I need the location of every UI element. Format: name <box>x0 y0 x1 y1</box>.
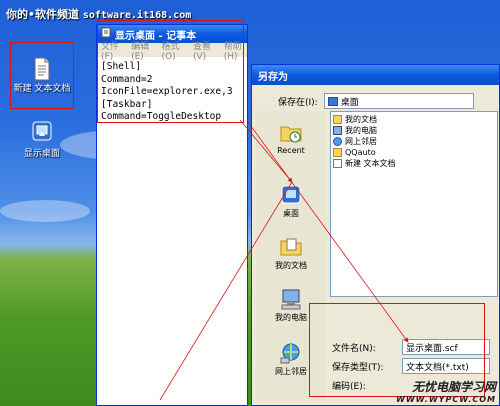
network-places-icon <box>278 341 304 365</box>
save-in-label: 保存在(I): <box>278 97 318 108</box>
text-line: IconFile=explorer.exe,3 <box>101 86 233 97</box>
network-icon <box>333 137 342 146</box>
notepad-text-area[interactable]: [Shell] Command=2 IconFile=explorer.exe,3[… <box>97 57 247 128</box>
text-file-icon <box>30 56 54 82</box>
menu-help[interactable]: 帮助(H) <box>224 39 247 62</box>
filetype-label: 保存类型(T): <box>332 362 384 373</box>
computer-icon <box>333 126 342 135</box>
list-item[interactable]: 我的文档 <box>331 114 497 125</box>
desktop-icon-new-text-document[interactable]: 新建 文本文档 <box>12 56 72 95</box>
place-network[interactable]: 网上邻居 <box>256 341 326 377</box>
text-line: [Taskbar] <box>101 98 153 110</box>
text-file-icon <box>333 159 342 168</box>
menu-file[interactable]: 文件(F) <box>101 39 123 62</box>
save-as-dialog: 另存为 保存在(I): 桌面 Recent 桌面 我的文档 我的电脑 网上邻居 … <box>251 64 500 406</box>
save-as-titlebar[interactable]: 另存为 <box>252 65 499 85</box>
save-as-title: 另存为 <box>258 71 288 83</box>
filetype-dropdown[interactable]: 文本文档(*.txt) <box>402 358 490 374</box>
menu-view[interactable]: 查看(V) <box>193 39 216 62</box>
show-desktop-icon <box>30 118 54 144</box>
list-item[interactable]: 我的电脑 <box>331 125 497 136</box>
text-line: Command=ToggleDesktop <box>101 111 222 122</box>
watermark-top: 你的•软件频道 software.it168.com <box>6 8 192 21</box>
notepad-menubar: 文件(F) 编辑(E) 格式(O) 查看(V) 帮助(H) <box>97 42 247 62</box>
text-line: Command=2 <box>101 73 153 85</box>
text-line: [Shell] <box>101 61 142 72</box>
desktop-place-icon <box>278 183 304 207</box>
desktop-folder-icon <box>327 96 338 106</box>
filename-input[interactable]: 显示桌面.scf <box>402 339 490 355</box>
place-my-documents[interactable]: 我的文档 <box>256 235 326 271</box>
list-item[interactable]: QQauto <box>331 147 497 158</box>
recent-folder-icon <box>278 121 304 145</box>
folder-icon <box>333 115 342 124</box>
file-list[interactable]: 我的文档 我的电脑 网上邻居 QQauto 新建 文本文档 <box>330 111 498 297</box>
place-desktop[interactable]: 桌面 <box>256 183 326 219</box>
my-computer-icon <box>278 287 304 311</box>
list-item[interactable]: 新建 文本文档 <box>331 158 497 169</box>
filename-label: 文件名(N): <box>332 343 376 354</box>
places-bar: Recent 桌面 我的文档 我的电脑 网上邻居 <box>256 111 326 403</box>
menu-format[interactable]: 格式(O) <box>162 39 185 62</box>
save-in-dropdown[interactable]: 桌面 <box>323 93 474 109</box>
place-my-computer[interactable]: 我的电脑 <box>256 287 326 323</box>
desktop-icon-label: 新建 文本文档 <box>13 84 71 94</box>
desktop-icon-label: 显示桌面 <box>23 149 60 159</box>
list-item[interactable]: 网上邻居 <box>331 136 497 147</box>
watermark-bottom: 无忧电脑学习网 WWW.WYPCW.COM <box>396 380 496 404</box>
notepad-window: 显示桌面 - 记事本 文件(F) 编辑(E) 格式(O) 查看(V) 帮助(H)… <box>96 24 248 406</box>
menu-edit[interactable]: 编辑(E) <box>131 39 153 62</box>
folder-icon <box>333 148 342 157</box>
my-documents-icon <box>278 235 304 259</box>
desktop-icon-show-desktop[interactable]: 显示桌面 <box>12 118 72 159</box>
place-recent[interactable]: Recent <box>256 121 326 155</box>
encoding-label: 编码(E): <box>332 382 366 392</box>
